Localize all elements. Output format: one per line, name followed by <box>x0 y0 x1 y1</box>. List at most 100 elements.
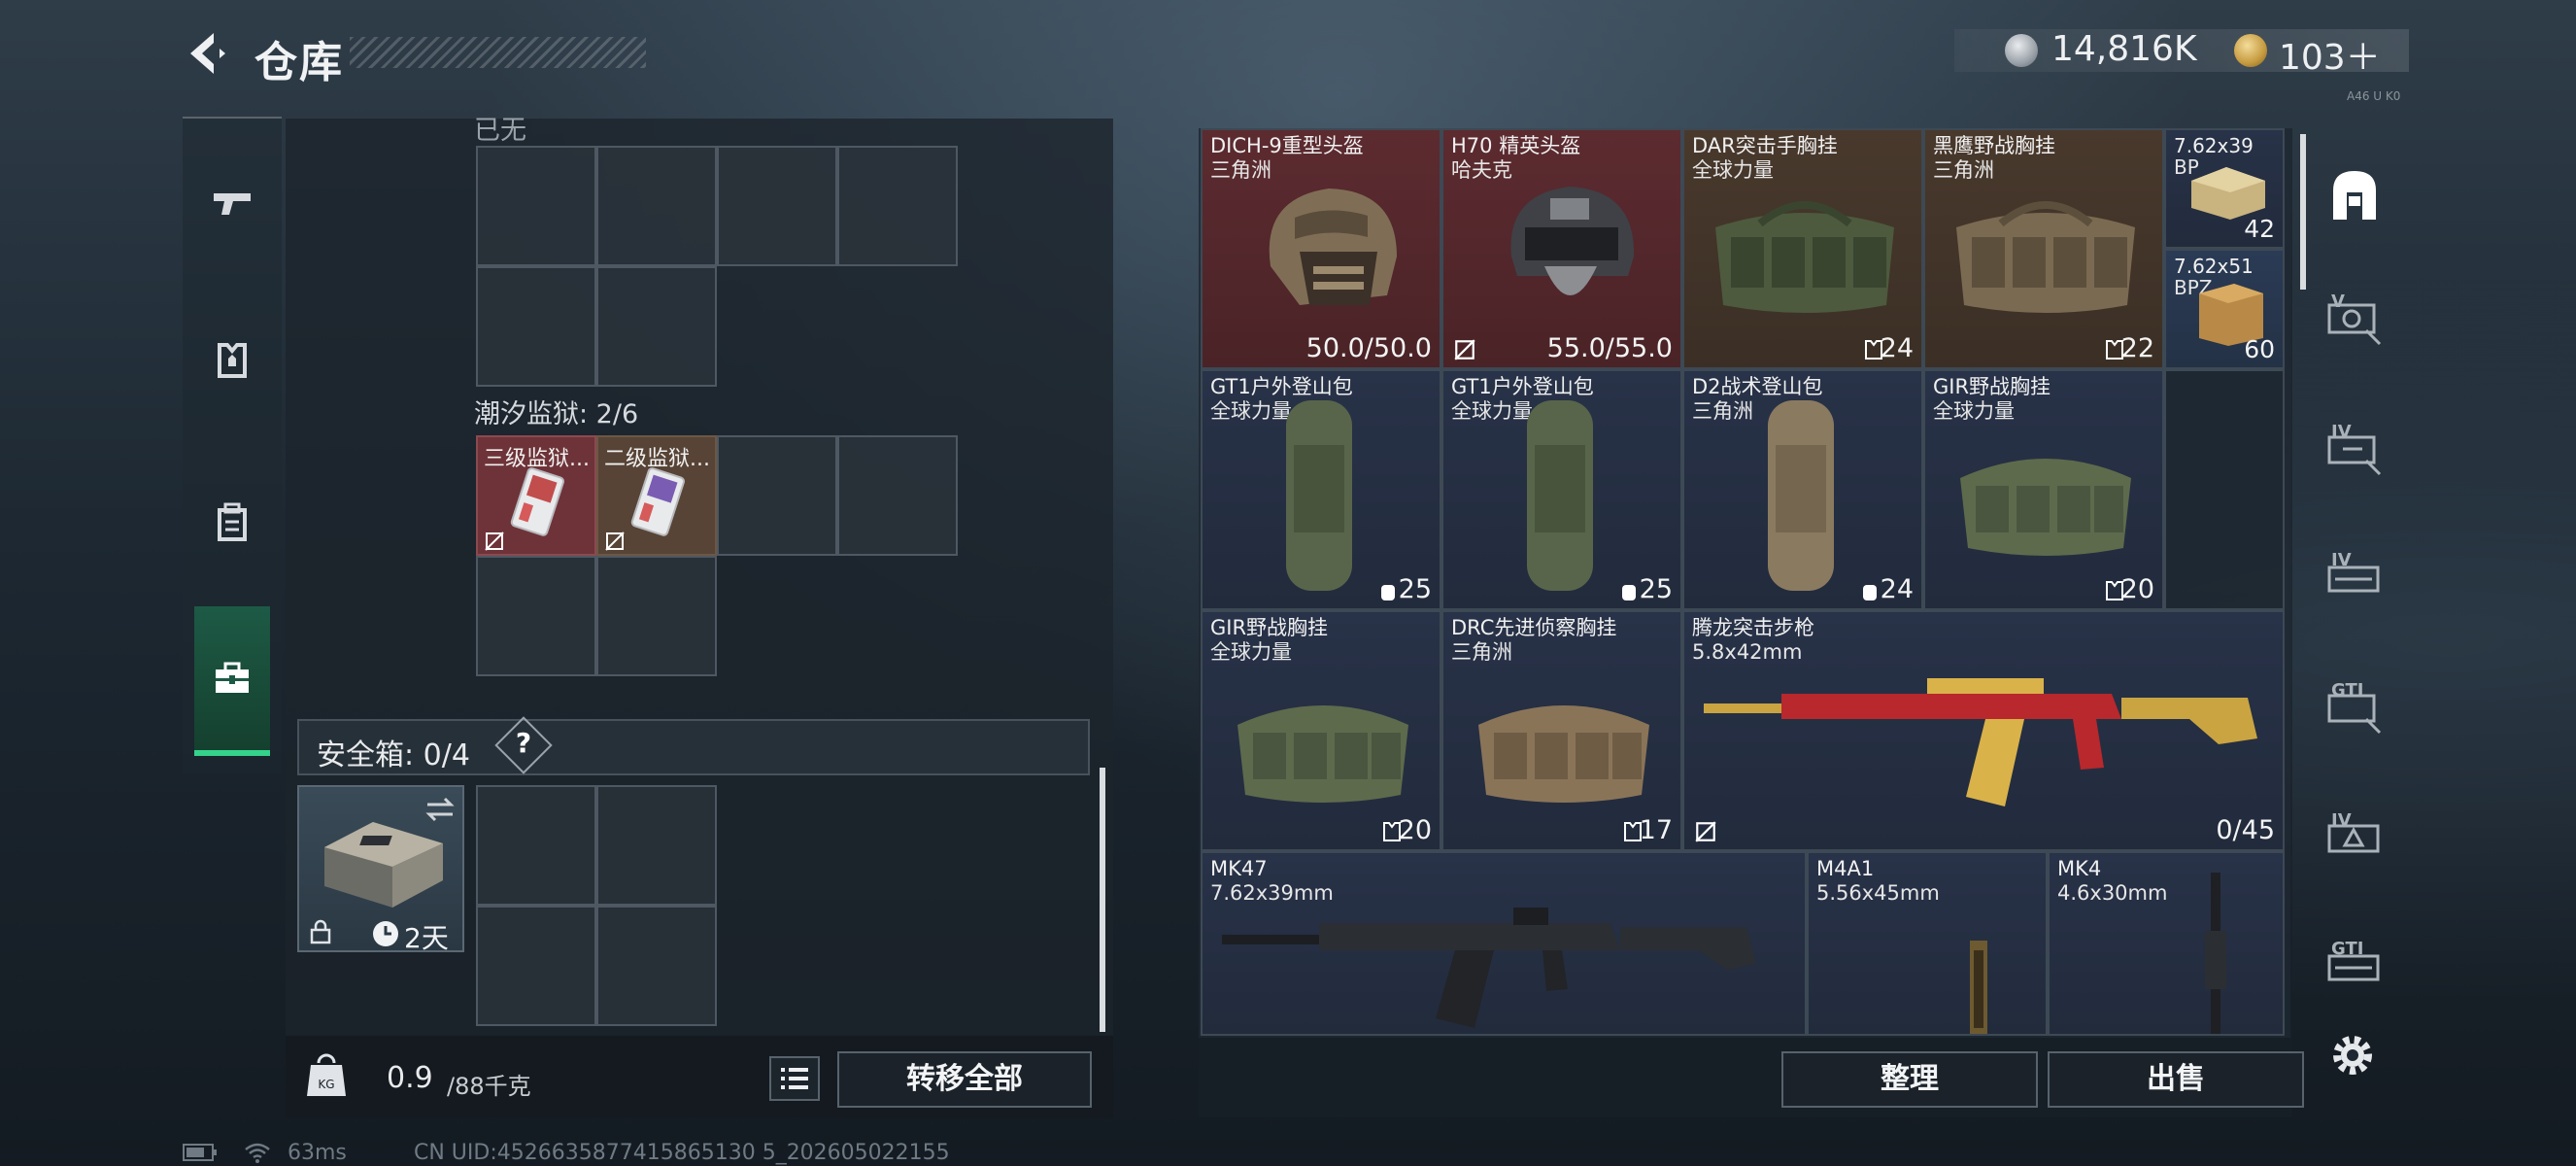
grid-slot[interactable] <box>476 906 596 1026</box>
backpack-slot-icon <box>1622 585 1636 600</box>
capacity-value: 24 <box>1880 333 1914 363</box>
item-name: DRC先进侦察胸挂 <box>1451 616 1617 639</box>
grid-slot[interactable] <box>596 146 717 266</box>
grid-slot[interactable] <box>476 785 596 906</box>
stash-level-label: V <box>2331 292 2345 312</box>
rifle-item[interactable]: M4A1 5.56x45mm <box>1807 851 2048 1036</box>
scrollbar[interactable] <box>1100 768 1105 1032</box>
keycard-item[interactable]: 三级监狱... <box>476 435 596 556</box>
item-caliber: 5.56x45mm <box>1816 881 1940 905</box>
item-caliber: 4.6x30mm <box>2057 881 2168 905</box>
backpack-icon <box>1768 400 1834 591</box>
no-insure-icon <box>1454 339 1475 360</box>
item-name: M4A1 <box>1816 857 1875 880</box>
stash-level-label: IV <box>2331 422 2352 442</box>
tab-stash-page[interactable]: GTI <box>2323 935 2386 997</box>
backpack-icon <box>218 502 247 541</box>
backpack-item[interactable]: GT1户外登山包 全球力量 25 <box>1201 369 1441 610</box>
backpack-item[interactable]: GT1户外登山包 全球力量 25 <box>1441 369 1682 610</box>
gear-icon[interactable] <box>2327 1030 2378 1080</box>
ammo-item[interactable]: 7.62x51 BPZ 60 <box>2164 249 2285 369</box>
rifle-icon <box>2205 873 2226 1034</box>
weight-capacity: /88千克 <box>447 1073 531 1100</box>
item-name: GIR野战胸挂 <box>1933 375 2051 398</box>
tab-stash-home[interactable] <box>2323 163 2386 225</box>
tab-stash-page[interactable]: V <box>2323 288 2386 350</box>
item-name: 腾龙突击步枪 <box>1692 616 1814 639</box>
grid-slot[interactable] <box>476 146 596 266</box>
chest-rig-icon <box>1956 201 2135 313</box>
rifle-item[interactable]: MK4 4.6x30mm <box>2048 851 2285 1036</box>
durability-value: 55.0/55.0 <box>1546 333 1673 363</box>
capacity-value: 24 <box>1880 574 1914 604</box>
help-icon: ? <box>515 727 532 759</box>
rifle-item[interactable]: 腾龙突击步枪 5.8x42mm 0/45 <box>1682 610 2285 851</box>
rifle-icon <box>1222 908 1756 1028</box>
grid-slot[interactable] <box>476 556 596 676</box>
vest-icon <box>218 343 247 378</box>
keycard-item[interactable]: 二级监狱... <box>596 435 717 556</box>
grid-slot[interactable] <box>596 266 717 387</box>
helmet-item[interactable]: H70 精英头盔 哈夫克 55.0/55.0 <box>1441 128 1682 369</box>
helmet-item[interactable]: DICH-9重型头盔 三角洲 50.0/50.0 <box>1201 128 1441 369</box>
stack-count: 42 <box>2244 215 2275 243</box>
tab-stash-page[interactable]: IV <box>2323 418 2386 480</box>
wifi-icon <box>245 1143 270 1163</box>
capacity-value: 20 <box>2120 574 2154 604</box>
scrollbar[interactable] <box>2300 134 2306 290</box>
chest-rig-item[interactable]: DRC先进侦察胸挂 三角洲 17 <box>1441 610 1682 851</box>
tab-backpack[interactable] <box>194 463 270 579</box>
grid-slot[interactable] <box>717 146 837 266</box>
grid-slot[interactable] <box>596 556 717 676</box>
empty-slot[interactable] <box>2164 369 2285 610</box>
item-faction: 全球力量 <box>1210 640 1292 664</box>
safe-box-item[interactable]: 2天 <box>297 785 464 954</box>
capacity-value: 22 <box>2120 333 2154 363</box>
backpack-slot-icon <box>1863 585 1877 600</box>
grid-slot[interactable] <box>596 906 717 1026</box>
chest-rig-item[interactable]: DAR突击手胸挂 全球力量 24 <box>1682 128 1923 369</box>
tab-stash-page[interactable]: IV <box>2323 546 2386 608</box>
durability-value: 50.0/50.0 <box>1305 333 1432 363</box>
token-balance[interactable]: 103＋ <box>2279 29 2381 80</box>
weight-value: 0.9 <box>387 1061 433 1095</box>
back-arrow-icon[interactable] <box>181 29 229 78</box>
list-view-button[interactable] <box>769 1056 820 1101</box>
keycard-icon <box>510 467 565 536</box>
tab-stash-page[interactable]: GTI <box>2323 676 2386 738</box>
capacity-value: 20 <box>1398 815 1432 845</box>
grid-slot[interactable] <box>837 435 958 556</box>
page-title: 仓库 <box>254 38 344 87</box>
rifle-item[interactable]: MK47 7.62x39mm <box>1201 851 1807 1036</box>
list-icon <box>781 1068 808 1089</box>
grid-slot[interactable] <box>837 146 958 266</box>
tab-weapons[interactable] <box>194 146 270 262</box>
grid-slot[interactable] <box>476 266 596 387</box>
tab-case[interactable] <box>194 606 270 756</box>
chest-rig-item[interactable]: GIR野战胸挂 全球力量 20 <box>1923 369 2164 610</box>
section-label: 已无 <box>474 116 526 146</box>
transfer-all-button[interactable]: 转移全部 <box>837 1051 1092 1108</box>
chest-rig-item[interactable]: GIR野战胸挂 全球力量 20 <box>1201 610 1441 851</box>
capacity-value: 25 <box>1398 574 1432 604</box>
tab-armor[interactable] <box>194 301 270 418</box>
coin-icon <box>2005 34 2038 67</box>
backpack-slot-icon <box>1381 585 1395 600</box>
helmet-icon <box>1510 187 1635 295</box>
tab-stash-page[interactable]: IV <box>2323 806 2386 869</box>
user-uid: CN UID:4526635877415865130 5_20260502215… <box>414 1141 950 1165</box>
backpack-icon <box>1527 400 1593 591</box>
grid-slot[interactable] <box>596 785 717 906</box>
sort-button[interactable]: 整理 <box>1781 1051 2038 1108</box>
chest-rig-icon <box>1237 705 1408 803</box>
backpack-item[interactable]: D2战术登山包 三角洲 24 <box>1682 369 1923 610</box>
swap-icon[interactable] <box>424 795 457 824</box>
title-decoration <box>350 37 646 68</box>
stash-level-label: GTI <box>2331 939 2364 959</box>
ammo-item[interactable]: 7.62x39 BP 42 <box>2164 128 2285 249</box>
chest-rig-item[interactable]: 黑鹰野战胸挂 三角洲 22 <box>1923 128 2164 369</box>
item-name: H70 精英头盔 <box>1451 134 1581 157</box>
no-insure-icon <box>485 532 504 551</box>
grid-slot[interactable] <box>717 435 837 556</box>
sell-button[interactable]: 出售 <box>2048 1051 2304 1108</box>
